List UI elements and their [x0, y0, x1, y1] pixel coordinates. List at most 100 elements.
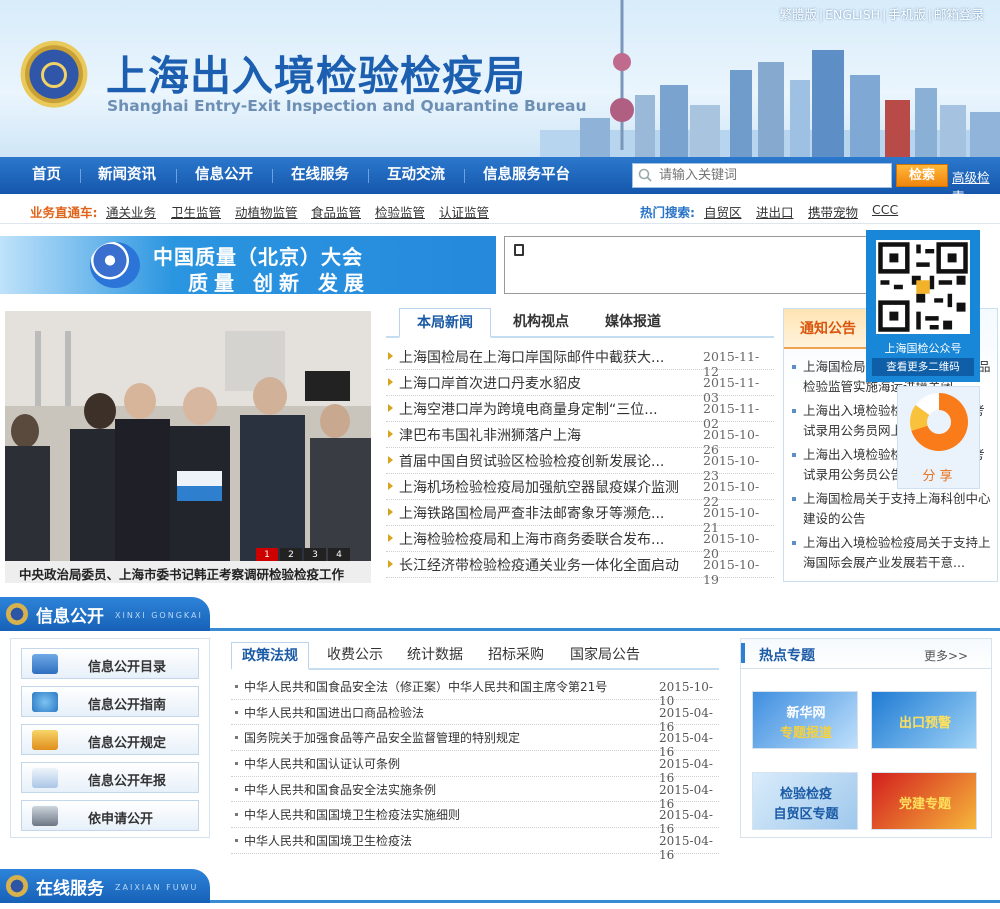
- nav-news[interactable]: 新闻资讯: [98, 157, 156, 194]
- tab-statistics[interactable]: 统计数据: [407, 642, 463, 670]
- nav-home[interactable]: 首页: [32, 157, 61, 194]
- mail-login-link[interactable]: 邮箱登录: [932, 7, 986, 22]
- tab-procurement[interactable]: 招标采购: [488, 642, 544, 670]
- policy-item[interactable]: 中华人民共和国认证认可条例 2015-04-16: [231, 751, 719, 785]
- section-tab: 在线服务 ZAIXIAN FUWU: [0, 869, 210, 903]
- quick-link-food[interactable]: 食品监管: [311, 202, 361, 221]
- quick-link-certification[interactable]: 认证监管: [439, 202, 489, 221]
- slide-page-4[interactable]: 4: [328, 548, 350, 562]
- traditional-link[interactable]: 繁體版: [777, 7, 819, 22]
- news-title[interactable]: 长江经济带检验检疫通关业务一体化全面启动: [399, 555, 679, 575]
- hot-topics-more-link[interactable]: 更多>>: [924, 647, 968, 664]
- news-title[interactable]: 首届中国自贸试验区检验检疫创新发展论...: [399, 451, 664, 471]
- info-request-button[interactable]: 依申请公开: [21, 800, 199, 831]
- news-item[interactable]: 上海空港口岸为跨境电商量身定制“三位... 2015-11-02: [386, 396, 774, 431]
- slide-page-2[interactable]: 2: [280, 548, 302, 562]
- news-item[interactable]: 上海国检局在上海口岸国际邮件中截获大... 2015-11-12: [386, 344, 774, 379]
- quick-link-animal-plant[interactable]: 动植物监管: [235, 202, 298, 221]
- section-title[interactable]: 在线服务: [36, 874, 104, 899]
- policy-item[interactable]: 中华人民共和国国境卫生检疫法 2015-04-16: [231, 828, 719, 862]
- news-tabs: 本局新闻 机构视点 媒体报道: [386, 308, 774, 338]
- notice-text[interactable]: 上海出入境检验检疫局关于支持上海国际会展产业发展若干意...: [803, 535, 991, 570]
- hot-topic-party[interactable]: 党建专题: [871, 772, 977, 830]
- bullet-icon: [388, 378, 393, 386]
- more-qr-button[interactable]: 查看更多二维码: [872, 358, 974, 376]
- policy-item[interactable]: 中华人民共和国国境卫生检疫法实施细则 2015-04-16: [231, 802, 719, 836]
- policy-tabs: 政策法规 收费公示 统计数据 招标采购 国家局公告: [231, 642, 719, 670]
- button-label: 信息公开指南: [88, 698, 167, 713]
- hot-topic-ftz[interactable]: 检验检疫 自贸区专题: [752, 772, 858, 830]
- bullet-icon: [388, 404, 393, 412]
- policy-title[interactable]: 中华人民共和国食品安全法实施条例: [244, 781, 436, 798]
- nav-online-service[interactable]: 在线服务: [291, 157, 349, 194]
- banner-slogan: 质量 创新 发展: [188, 271, 370, 294]
- quick-link-customs[interactable]: 通关业务: [106, 202, 156, 221]
- nav-interaction[interactable]: 互动交流: [387, 157, 445, 194]
- news-item[interactable]: 上海检验检疫局和上海市商务委联合发布... 2015-10-20: [386, 526, 774, 561]
- news-title[interactable]: 上海口岸首次进口丹麦水貂皮: [399, 373, 581, 393]
- news-item[interactable]: 津巴布韦国礼非洲狮落户上海 2015-10-26: [386, 422, 774, 457]
- news-slideshow[interactable]: 12345 中央政治局委员、上海市委书记韩正考察调研检验检疫工作: [5, 311, 371, 583]
- notice-item[interactable]: 上海出入境检验检疫局关于支持上海国际会展产业发展若干意...: [790, 533, 995, 573]
- share-panel[interactable]: 分享: [897, 386, 980, 489]
- news-item[interactable]: 上海铁路国检局严查非法邮寄象牙等濒危... 2015-10-21: [386, 500, 774, 535]
- hot-link-import-export[interactable]: 进出口: [756, 202, 794, 221]
- hot-link-ftz[interactable]: 自贸区: [704, 202, 742, 221]
- section-subtitle: XINXI GONGKAI: [115, 611, 203, 620]
- quick-link-health[interactable]: 卫生监管: [171, 202, 221, 221]
- site-title: 上海出入境检验检疫局: [106, 52, 526, 100]
- news-title[interactable]: 津巴布韦国礼非洲狮落户上海: [399, 425, 581, 445]
- news-title[interactable]: 上海国检局在上海口岸国际邮件中截获大...: [399, 347, 664, 367]
- hot-topic-export-warning[interactable]: 出口预警: [871, 691, 977, 749]
- quality-conference-banner[interactable]: 中国质量（北京）大会 质量 创新 发展: [0, 236, 496, 294]
- search-input[interactable]: [632, 163, 892, 188]
- section-title[interactable]: 信息公开: [36, 602, 104, 627]
- news-title[interactable]: 上海检验检疫局和上海市商务委联合发布...: [399, 529, 664, 549]
- policy-title[interactable]: 中华人民共和国认证认可条例: [244, 755, 400, 772]
- policy-title[interactable]: 中华人民共和国食品安全法（修正案）中华人民共和国主席令第21号: [244, 678, 607, 695]
- news-title[interactable]: 上海铁路国检局严查非法邮寄象牙等濒危...: [399, 503, 664, 523]
- policy-title[interactable]: 中华人民共和国进出口商品检验法: [244, 704, 424, 721]
- info-catalog-button[interactable]: 信息公开目录: [21, 648, 199, 679]
- news-item[interactable]: 首届中国自贸试验区检验检疫创新发展论... 2015-10-23: [386, 448, 774, 483]
- policy-item[interactable]: 国务院关于加强食品等产品安全监督管理的特别规定 2015-04-16: [231, 725, 719, 759]
- tab-national-notice[interactable]: 国家局公告: [570, 642, 640, 670]
- notice-title[interactable]: 通知公告: [784, 309, 872, 349]
- mobile-link[interactable]: 手机版: [886, 7, 928, 22]
- tab-media-report[interactable]: 媒体报道: [593, 308, 673, 338]
- news-title[interactable]: 上海机场检验检疫局加强航空器鼠疫媒介监测: [399, 477, 679, 497]
- info-annual-report-button[interactable]: 信息公开年报: [21, 762, 199, 793]
- policy-title[interactable]: 国务院关于加强食品等产品安全监督管理的特别规定: [244, 729, 520, 746]
- button-label: 信息公开目录: [88, 660, 167, 675]
- slideshow-caption[interactable]: 中央政治局委员、上海市委书记韩正考察调研检验检疫工作: [5, 561, 371, 583]
- english-link[interactable]: ENGLISH: [823, 7, 882, 22]
- hot-topic-xinhua[interactable]: 新华网 专题报道: [752, 691, 858, 749]
- news-title[interactable]: 上海空港口岸为跨境电商量身定制“三位...: [399, 399, 658, 419]
- policy-item[interactable]: 中华人民共和国食品安全法实施条例 2015-04-16: [231, 777, 719, 811]
- notice-item[interactable]: 上海国检局关于支持上海科创中心建设的公告: [790, 489, 995, 529]
- notice-text[interactable]: 上海国检局关于支持上海科创中心建设的公告: [803, 491, 991, 526]
- policy-title[interactable]: 中华人民共和国国境卫生检疫法实施细则: [244, 806, 460, 823]
- info-guide-button[interactable]: 信息公开指南: [21, 686, 199, 717]
- tab-bureau-news[interactable]: 本局新闻: [399, 308, 491, 338]
- tab-fees[interactable]: 收费公示: [327, 642, 383, 670]
- nav-service-platform[interactable]: 信息服务平台: [483, 157, 570, 194]
- hot-link-ccc[interactable]: CCC: [872, 202, 898, 217]
- skyline-image: [540, 0, 1000, 157]
- news-item[interactable]: 长江经济带检验检疫通关业务一体化全面启动 2015-10-19: [386, 552, 774, 587]
- news-item[interactable]: 上海口岸首次进口丹麦水貂皮 2015-11-03: [386, 370, 774, 405]
- policy-item[interactable]: 中华人民共和国食品安全法（修正案）中华人民共和国主席令第21号 2015-10-1…: [231, 674, 719, 708]
- hot-link-pets[interactable]: 携带宠物: [808, 202, 858, 221]
- slide-page-1[interactable]: 1: [256, 548, 278, 562]
- policy-title[interactable]: 中华人民共和国国境卫生检疫法: [244, 832, 412, 849]
- tab-agency-view[interactable]: 机构视点: [501, 308, 581, 338]
- slide-page-3[interactable]: 3: [304, 548, 326, 562]
- slideshow-pager: 12345: [256, 546, 371, 578]
- info-rules-button[interactable]: 信息公开规定: [21, 724, 199, 755]
- quick-link-inspection[interactable]: 检验监管: [375, 202, 425, 221]
- policy-item[interactable]: 中华人民共和国进出口商品检验法 2015-04-16: [231, 700, 719, 734]
- news-item[interactable]: 上海机场检验检疫局加强航空器鼠疫媒介监测 2015-10-22: [386, 474, 774, 509]
- nav-info-public[interactable]: 信息公开: [195, 157, 253, 194]
- search-button[interactable]: 检索: [896, 164, 948, 187]
- tab-policy[interactable]: 政策法规: [231, 642, 309, 670]
